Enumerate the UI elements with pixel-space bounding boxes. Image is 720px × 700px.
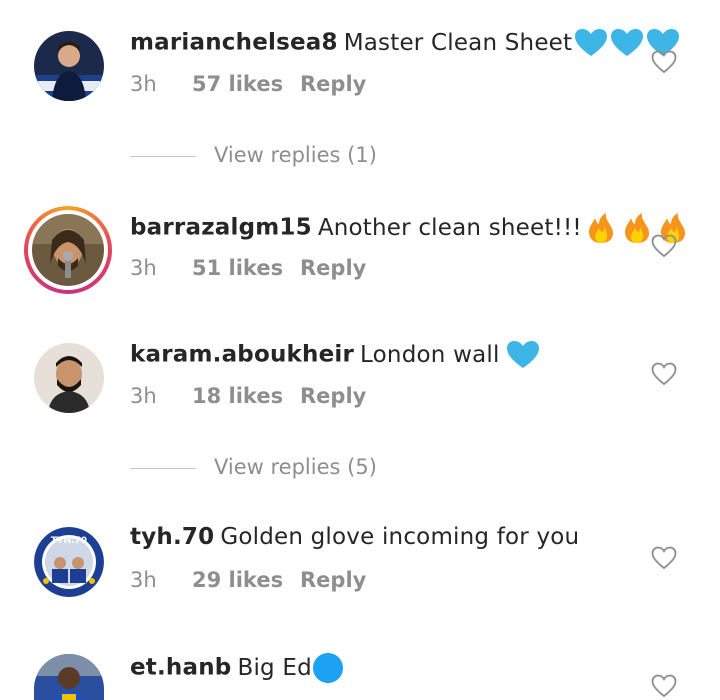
comment-text: Golden glove incoming for you xyxy=(220,524,580,550)
comment-line: barrazalgm15 Another clean sheet!!! xyxy=(130,212,690,244)
comment-text: Another clean sheet!!! xyxy=(317,214,582,241)
comment-line: tyh.70 Golden glove incoming for you xyxy=(130,524,579,550)
reply-button[interactable]: Reply xyxy=(300,72,366,96)
timestamp: 3h xyxy=(130,256,157,280)
svg-text:TYH.70: TYH.70 xyxy=(51,536,87,546)
comment-text: Big Ed xyxy=(237,654,312,681)
story-ring[interactable] xyxy=(24,206,112,294)
timestamp: 3h xyxy=(130,72,157,96)
comment-line: karam.aboukheir London wall xyxy=(130,340,540,370)
like-heart-icon[interactable] xyxy=(651,234,677,258)
avatar[interactable] xyxy=(34,343,104,413)
reply-button[interactable]: Reply xyxy=(300,568,366,592)
comment-text: Master Clean Sheet xyxy=(343,29,573,56)
comment-meta: 3h 18 likes Reply xyxy=(130,384,366,408)
username[interactable]: karam.aboukheir xyxy=(130,342,354,368)
blue-circle-icon xyxy=(312,653,343,683)
like-heart-icon[interactable] xyxy=(651,674,677,698)
view-replies-button[interactable]: View replies (5) xyxy=(130,455,377,479)
blue-heart-icon xyxy=(575,29,608,56)
comment-meta: 3h 57 likes Reply xyxy=(130,72,366,96)
like-heart-icon[interactable] xyxy=(651,546,677,570)
likes-count[interactable]: 29 likes xyxy=(192,568,300,592)
avatar[interactable] xyxy=(34,31,104,101)
divider xyxy=(130,155,196,157)
comment-meta: 3h 51 likes Reply xyxy=(130,256,366,280)
view-replies-label: View replies (1) xyxy=(214,143,377,167)
username[interactable]: barrazalgm15 xyxy=(130,215,312,241)
like-heart-icon[interactable] xyxy=(651,362,677,386)
comment-line: et.hanb Big Ed xyxy=(130,652,344,684)
fire-icon xyxy=(588,213,613,243)
timestamp: 3h xyxy=(130,568,157,592)
timestamp: 3h xyxy=(130,384,157,408)
blue-heart-icon xyxy=(611,29,644,56)
fire-icon xyxy=(624,213,649,243)
avatar xyxy=(32,214,104,286)
view-replies-button[interactable]: View replies (1) xyxy=(130,143,377,167)
divider xyxy=(130,467,196,469)
username[interactable]: marianchelsea8 xyxy=(130,30,338,56)
view-replies-label: View replies (5) xyxy=(214,455,377,479)
username[interactable]: tyh.70 xyxy=(130,524,214,550)
likes-count[interactable]: 57 likes xyxy=(192,72,300,96)
comment-line: marianchelsea8 Master Clean Sheet xyxy=(130,28,680,58)
comment-meta: 3h 29 likes Reply xyxy=(130,568,366,592)
comment-text: London wall xyxy=(360,341,500,368)
likes-count[interactable]: 18 likes xyxy=(192,384,300,408)
likes-count[interactable]: 51 likes xyxy=(192,256,300,280)
avatar[interactable]: TYH.70 xyxy=(34,527,104,597)
avatar[interactable] xyxy=(34,654,104,700)
blue-heart-icon xyxy=(506,341,539,368)
username[interactable]: et.hanb xyxy=(130,655,231,681)
reply-button[interactable]: Reply xyxy=(300,384,366,408)
reply-button[interactable]: Reply xyxy=(300,256,366,280)
like-heart-icon[interactable] xyxy=(651,50,677,74)
